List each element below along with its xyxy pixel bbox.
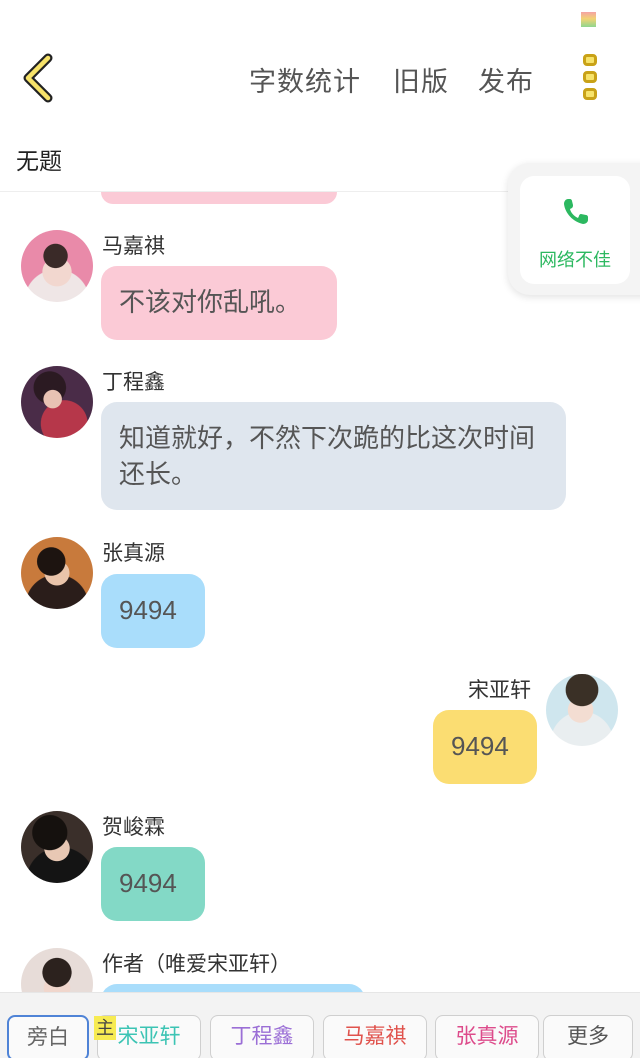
message-bubble[interactable]: 9494 [101, 574, 205, 648]
sender-name: 丁程鑫 [102, 371, 165, 394]
word-count-button[interactable]: 字数统计 [249, 60, 361, 99]
sender-name: 张真源 [102, 542, 165, 565]
phone-icon [564, 199, 588, 224]
status-indicator [581, 12, 596, 27]
sender-name: 贺峻霖 [102, 816, 165, 839]
avatar-hejunlin[interactable] [21, 811, 93, 883]
main-character-badge: 主 [94, 1016, 116, 1040]
old-version-button[interactable]: 旧版 [393, 60, 449, 99]
avatar-majiaqi[interactable] [21, 230, 93, 302]
sender-name: 宋亚轩 [468, 679, 531, 702]
network-status-popup[interactable]: 网络不佳 [508, 163, 640, 295]
top-bar: 字数统计 旧版 发布 [0, 40, 640, 120]
avatar-author[interactable] [21, 948, 93, 992]
message-bubble[interactable]: 9494 [101, 847, 205, 921]
avatar-zhangzhenyuan[interactable] [21, 537, 93, 609]
message-bubble[interactable]: 不该对你乱吼。 [101, 266, 337, 340]
sender-name: 马嘉祺 [102, 235, 165, 258]
story-title: 无题 [16, 148, 62, 174]
back-chevron-icon[interactable] [18, 52, 62, 104]
publish-button[interactable]: 发布 [478, 60, 534, 99]
sender-name: 作者（唯爱宋亚轩） [102, 953, 291, 976]
message-bubble[interactable] [101, 984, 365, 992]
network-card: 网络不佳 [520, 176, 630, 284]
avatar-dingchengxin[interactable] [21, 366, 93, 438]
character-button-dingchengxin[interactable]: 丁程鑫 [210, 1015, 314, 1058]
character-button-narration[interactable]: 旁白 [7, 1015, 89, 1058]
message-bubble[interactable]: 知道就好，不然下次跪的比这次时间还长。 [101, 402, 566, 510]
more-characters-button[interactable]: 更多 [543, 1015, 633, 1058]
avatar-songyaxuan[interactable] [546, 674, 618, 746]
chat-area[interactable]: 马嘉祺 不该对你乱吼。 丁程鑫 知道就好，不然下次跪的比这次时间还长。 张真源 … [0, 192, 640, 992]
character-button-majiaqi[interactable]: 马嘉祺 [323, 1015, 427, 1058]
network-status-text: 网络不佳 [539, 250, 611, 270]
message-bubble[interactable]: 9494 [433, 710, 537, 784]
partial-bubble [101, 192, 337, 204]
character-button-zhangzhenyuan[interactable]: 张真源 [435, 1015, 539, 1058]
more-menu-icon[interactable] [579, 54, 601, 104]
